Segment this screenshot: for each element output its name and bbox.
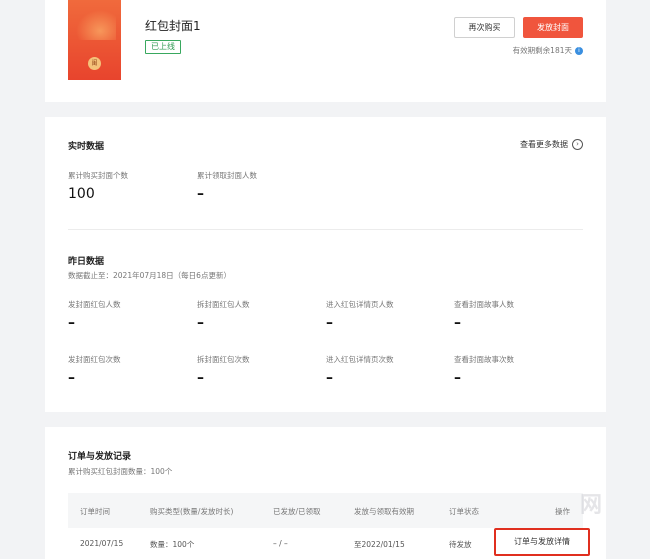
stat-value: 100 <box>68 186 95 202</box>
stat-label: 进入红包详情页次数 <box>326 355 394 364</box>
stat-value: – <box>197 186 204 202</box>
column-header: 已发放/已领取 <box>273 507 321 516</box>
cover-summary-card: 闺 红包封面1 已上线 再次购买 发放封面 有效期剩余181天 i <box>45 0 606 102</box>
validity-info: 有效期剩余181天 i <box>513 45 583 56</box>
order-issued: – / – <box>273 539 288 548</box>
column-header: 订单状态 <box>449 507 479 516</box>
stats-card: 实时数据 查看更多数据 › 累计购买封面个数 100 累计领取封面人数 – 昨日… <box>45 117 606 412</box>
stat-label: 发封面红包人数 <box>68 300 121 309</box>
divider <box>68 229 583 230</box>
view-more-label: 查看更多数据 <box>520 140 568 149</box>
view-more-data-link[interactable]: 查看更多数据 › <box>520 139 583 150</box>
stat-label: 累计领取封面人数 <box>197 171 257 180</box>
stat-label: 查看封面故事人数 <box>454 300 514 309</box>
stat-value: – <box>326 315 333 331</box>
stat-label: 拆封面红包人数 <box>197 300 250 309</box>
stat-value: – <box>68 370 75 386</box>
column-header: 发放与领取有效期 <box>354 507 414 516</box>
data-cutoff-note: 数据截止至：2021年07月18日（每日6点更新） <box>68 271 231 280</box>
stat-value: – <box>454 370 461 386</box>
cover-seal-icon: 闺 <box>88 57 101 70</box>
stat-value: – <box>197 370 204 386</box>
stat-value: – <box>454 315 461 331</box>
issue-cover-button[interactable]: 发放封面 <box>523 17 583 38</box>
stat-value: – <box>68 315 75 331</box>
order-status: 待发放 <box>449 540 472 549</box>
column-header: 操作 <box>555 507 570 516</box>
stat-value: – <box>197 315 204 331</box>
stat-label: 累计购买封面个数 <box>68 171 128 180</box>
cover-decoration <box>76 10 116 40</box>
yesterday-title: 昨日数据 <box>68 257 105 267</box>
orders-card: 订单与发放记录 累计购买红包封面数量：100个 订单时间 购买类型(数量/发放时… <box>45 427 606 559</box>
realtime-title: 实时数据 <box>68 142 105 152</box>
stat-value: – <box>326 370 333 386</box>
order-period: 至2022/01/15 <box>354 540 405 549</box>
orders-title: 订单与发放记录 <box>68 452 132 462</box>
validity-text: 有效期剩余181天 <box>512 46 572 55</box>
cover-name: 红包封面1 <box>145 19 201 33</box>
cover-thumbnail[interactable]: 闺 <box>68 0 121 80</box>
stat-label: 进入红包详情页人数 <box>326 300 394 309</box>
rebuy-button[interactable]: 再次购买 <box>454 17 515 38</box>
info-icon[interactable]: i <box>575 46 583 55</box>
orders-summary: 累计购买红包封面数量：100个 <box>68 467 173 476</box>
order-time: 2021/07/15 <box>80 539 124 548</box>
stat-label: 查看封面故事次数 <box>454 355 514 364</box>
stat-label: 发封面红包次数 <box>68 355 121 364</box>
chevron-right-icon: › <box>572 139 583 150</box>
watermark: 网 <box>580 493 603 518</box>
order-type: 数量：100个 <box>150 540 195 549</box>
column-header: 购买类型(数量/发放时长) <box>150 507 234 516</box>
column-header: 订单时间 <box>80 507 110 516</box>
order-detail-button[interactable]: 订单与发放详情 <box>494 528 590 556</box>
stat-label: 拆封面红包次数 <box>197 355 250 364</box>
status-badge: 已上线 <box>145 40 181 54</box>
table-header: 订单时间 购买类型(数量/发放时长) 已发放/已领取 发放与领取有效期 订单状态… <box>68 493 583 528</box>
